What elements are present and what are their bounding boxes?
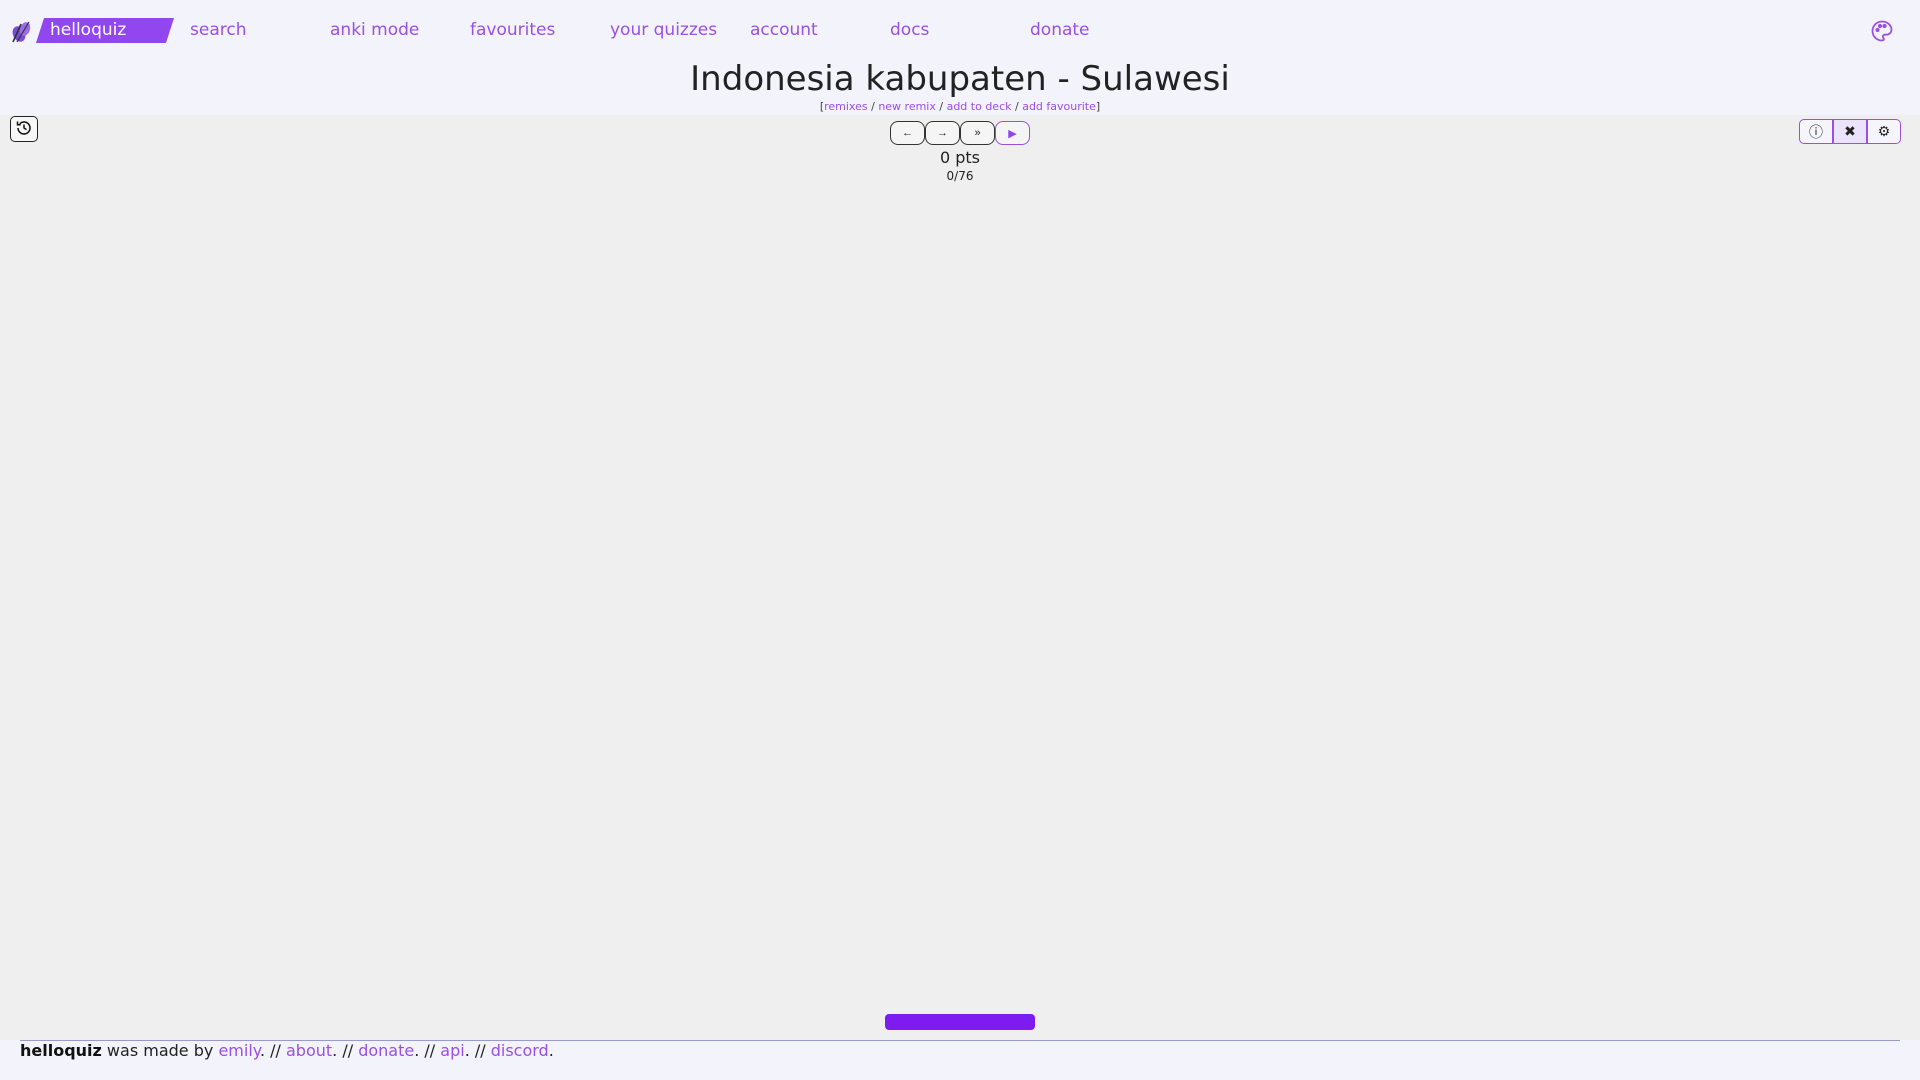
footer-separator: . // [332,1041,359,1060]
separator: / [1011,100,1023,113]
nav-search[interactable]: search [190,18,246,42]
add-favourite-link[interactable]: add favourite [1022,100,1096,113]
footer-text: was made by [101,1041,219,1060]
brand-link[interactable]: helloquiz [36,18,174,43]
quiz-links: [remixes / new remix / add to deck / add… [0,100,1920,114]
play-button[interactable]: ▶ [995,121,1030,145]
bracket-close: ] [1095,100,1101,113]
footer: helloquiz was made by emily. // about. /… [20,1041,554,1061]
new-remix-link[interactable]: new remix [878,100,936,113]
close-icon: ✖ [1844,123,1856,139]
palette-icon[interactable] [1870,19,1894,43]
add-to-deck-link[interactable]: add to deck [947,100,1012,113]
info-icon: ⓘ [1809,123,1823,140]
skip-button[interactable]: » [960,121,995,145]
next-button[interactable]: → [925,121,960,145]
remixes-link[interactable]: remixes [824,100,868,113]
nav-anki-mode[interactable]: anki mode [330,18,419,42]
score-text: 0 pts [939,148,981,167]
footer-end: . [548,1041,554,1060]
footer-separator: . // [414,1041,441,1060]
logo-icon[interactable] [9,18,35,44]
quiz-panel: ← → » ▶ 0 pts 0/76 ⓘ ✖ ⚙ [0,115,1920,1040]
quiz-tools: ⓘ ✖ ⚙ [1799,119,1901,144]
quiz-controls: ← → » ▶ [890,121,1030,145]
nav-docs[interactable]: docs [890,18,929,42]
discord-link[interactable]: discord [491,1041,549,1060]
nav-favourites[interactable]: favourites [470,18,555,42]
settings-button[interactable]: ⚙ [1867,119,1901,144]
footer-brand: helloquiz [20,1041,102,1060]
footer-separator: . // [259,1041,286,1060]
history-icon [15,119,33,140]
info-button[interactable]: ⓘ [1799,119,1833,144]
about-link[interactable]: about [286,1041,332,1060]
answer-input-bar[interactable] [885,1014,1035,1030]
nav-account[interactable]: account [750,18,818,42]
gear-icon: ⚙ [1877,123,1891,139]
close-button[interactable]: ✖ [1833,119,1867,144]
nav-donate[interactable]: donate [1030,18,1090,42]
footer-donate-link[interactable]: donate [358,1041,414,1060]
previous-button[interactable]: ← [890,121,925,145]
nav-your-quizzes[interactable]: your quizzes [610,18,717,42]
separator: / [935,100,947,113]
page-title: Indonesia kabupaten - Sulawesi [690,59,1230,99]
api-link[interactable]: api [440,1041,464,1060]
author-link[interactable]: emily [218,1041,260,1060]
top-nav: helloquiz search anki mode favourites yo… [0,0,1920,58]
history-button[interactable] [10,116,38,142]
footer-separator: . // [464,1041,491,1060]
progress-count: 0/76 [946,169,974,183]
separator: / [867,100,879,113]
